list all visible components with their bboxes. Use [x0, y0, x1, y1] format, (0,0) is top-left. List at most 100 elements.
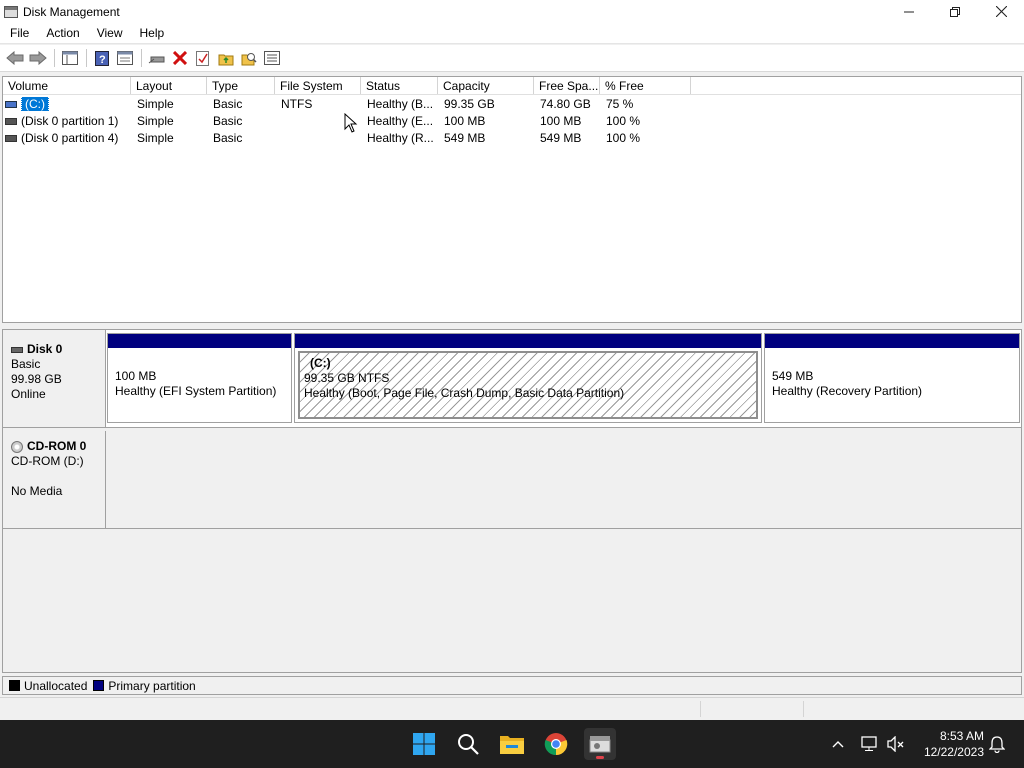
help-button[interactable]: ? [91, 47, 113, 69]
connect-drive-icon [148, 56, 165, 64]
hard-disk-icon [11, 346, 23, 353]
column-header-file-system[interactable]: File System [275, 77, 361, 94]
legend-label-primary: Primary partition [108, 678, 196, 693]
free-space-cell: 100 MB [540, 113, 582, 128]
volume-cell: (Disk 0 partition 1) [3, 114, 131, 128]
menu-view[interactable]: View [87, 26, 130, 40]
type-cell: Basic [213, 96, 243, 111]
layout-cell: Simple [137, 96, 174, 111]
volume-icon [5, 100, 17, 108]
toolbar-separator [86, 49, 87, 67]
network-icon [861, 736, 877, 751]
column-header-layout[interactable]: Layout [131, 77, 207, 94]
menu-action[interactable]: Action [36, 26, 86, 40]
list-icon [264, 51, 280, 65]
back-icon [6, 51, 24, 65]
show-hidden-icons-button[interactable] [826, 720, 850, 768]
column-header-type[interactable]: Type [207, 77, 275, 94]
console-tree-button[interactable] [59, 47, 81, 69]
volume-button[interactable] [884, 720, 908, 768]
legend: Unallocated Primary partition [2, 676, 1022, 695]
capacity-cell: 100 MB [444, 113, 486, 128]
disk-name: CD-ROM 0 [27, 439, 87, 453]
minimize-button[interactable] [886, 0, 932, 23]
start-button[interactable] [408, 728, 440, 760]
toolbar-separator [54, 49, 55, 67]
running-indicator [596, 756, 604, 759]
chrome-button[interactable] [540, 728, 572, 760]
disk-kind: CD-ROM (D:) [11, 454, 84, 468]
partition-size: 99.35 GB NTFS [304, 371, 390, 385]
capacity-cell: 99.35 GB [444, 96, 495, 111]
disk-0-label[interactable]: Disk 0 Basic 99.98 GB Online [3, 330, 106, 428]
column-header-percent-free[interactable]: % Free [600, 77, 691, 94]
volume-muted-icon [887, 736, 904, 752]
properties-button[interactable] [114, 47, 136, 69]
volume-list-header: Volume Layout Type File System Status Ca… [3, 77, 1021, 95]
status-cell: Healthy (E... [367, 113, 434, 128]
clock-date: 12/22/2023 [923, 745, 984, 759]
column-header-volume[interactable]: Volume [3, 77, 131, 94]
clock[interactable]: 8:53 AM 12/22/2023 [912, 728, 984, 760]
menu-file[interactable]: File [0, 26, 36, 40]
maximize-button[interactable] [932, 0, 978, 23]
start-icon [413, 733, 435, 755]
close-button[interactable] [978, 0, 1024, 23]
partition-size: 549 MB [772, 369, 814, 383]
column-header-free-space[interactable]: Free Spa... [534, 77, 600, 94]
minimize-icon [904, 11, 914, 12]
partition-recovery[interactable]: 549 MB Healthy (Recovery Partition) [764, 333, 1020, 423]
check-button[interactable] [192, 47, 214, 69]
window-title: Disk Management [23, 4, 120, 19]
partition-type-bar [765, 334, 1019, 348]
disk-management-app-icon [4, 5, 18, 18]
taskbar-search-button[interactable] [452, 728, 484, 760]
partition-type-bar [295, 334, 761, 348]
svg-text:?: ? [99, 54, 106, 66]
menu-help[interactable]: Help [130, 26, 172, 40]
volume-icon [5, 134, 17, 142]
volume-name: (Disk 0 partition 1) [21, 113, 119, 128]
partition-status: Healthy (Recovery Partition) [772, 384, 923, 398]
percent-free-cell: 100 % [606, 113, 641, 128]
file-system-cell: NTFS [281, 96, 313, 111]
forward-button[interactable] [27, 47, 49, 69]
partition-type-bar [108, 334, 291, 348]
delete-icon [173, 51, 187, 65]
partition-c[interactable]: (C:) 99.35 GB NTFS Healthy (Boot, Page F… [294, 333, 762, 423]
list-button[interactable] [261, 47, 283, 69]
back-button[interactable] [4, 47, 26, 69]
clock-time: 8:53 AM [939, 729, 984, 743]
partition-efi[interactable]: 100 MB Healthy (EFI System Partition) [107, 333, 292, 423]
disk-kind: Basic [11, 357, 41, 371]
notifications-button[interactable] [986, 720, 1008, 768]
delete-button[interactable] [169, 47, 191, 69]
chrome-icon [544, 733, 568, 756]
column-header-capacity[interactable]: Capacity [438, 77, 534, 94]
restore-icon [950, 6, 960, 17]
file-explorer-button[interactable] [496, 728, 528, 760]
column-header-status[interactable]: Status [361, 77, 438, 94]
cdrom-0-media-area [106, 431, 1021, 529]
disk-size: 99.98 GB [11, 372, 62, 386]
disk-graph-view: Disk 0 Basic 99.98 GB Online 100 MB Heal… [2, 329, 1022, 673]
volume-row[interactable]: (C:) Simple Basic NTFS Healthy (B... 99.… [3, 95, 1021, 112]
disk-management-icon [589, 736, 611, 753]
legend-swatch-unallocated [9, 680, 20, 691]
cdrom-0-label[interactable]: CD-ROM 0 CD-ROM (D:) No Media [3, 431, 106, 529]
mouse-cursor-icon [344, 113, 358, 133]
partition-status: Healthy (Boot, Page File, Crash Dump, Ba… [304, 386, 625, 400]
disk-0-partitions: 100 MB Healthy (EFI System Partition) (C… [106, 330, 1021, 428]
disk-management-taskbar-button[interactable] [584, 728, 616, 760]
status-cell: Healthy (R... [367, 130, 434, 145]
volume-row[interactable]: (Disk 0 partition 4) Simple Basic Health… [3, 129, 1021, 146]
volume-name: (C:) [21, 96, 49, 111]
volume-row[interactable]: (Disk 0 partition 1) Simple Basic Health… [3, 112, 1021, 129]
network-button[interactable] [858, 720, 882, 768]
folder-up-button[interactable] [215, 47, 237, 69]
status-segment [803, 701, 804, 717]
search-button[interactable] [238, 47, 260, 69]
connect-drive-button[interactable] [146, 47, 168, 69]
legend-label-unallocated: Unallocated [24, 678, 88, 693]
disk-name: Disk 0 [27, 342, 63, 356]
